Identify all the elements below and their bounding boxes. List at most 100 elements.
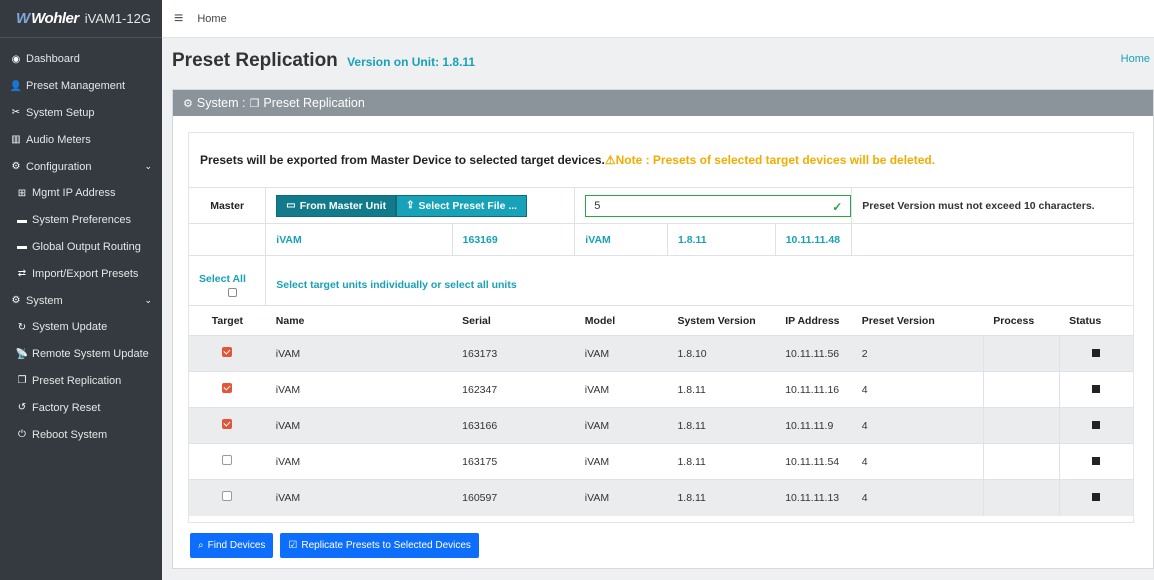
breadcrumb-home[interactable]: Home	[197, 13, 226, 25]
status-indicator-icon	[1092, 384, 1101, 393]
target-cell	[189, 443, 266, 480]
device-model: iVAM	[574, 479, 668, 516]
device-preset-version: 4	[851, 479, 984, 516]
sidebar-item-label: Reboot System	[32, 428, 108, 441]
sidebar-item-reboot-system[interactable]: ⏻ Reboot System	[0, 421, 162, 448]
sidebar-item-import-export-presets[interactable]: ⇄ Import/Export Presets	[0, 260, 162, 287]
target-checkbox[interactable]	[222, 419, 233, 429]
dashboard-icon: ◉	[11, 53, 21, 65]
device-name: iVAM	[265, 407, 453, 444]
sidebar-item-dashboard[interactable]: ◉ Dashboard	[0, 46, 162, 73]
status-cell	[1058, 479, 1133, 516]
meter-chart-icon: ▥	[11, 134, 21, 146]
action-buttons: ⌕ Find Devices ☑ Replicate Presets to Sele…	[190, 533, 479, 558]
col-header-preset-version: Preset Version	[851, 305, 984, 336]
device-system-version: 1.8.11	[667, 407, 776, 444]
home-link[interactable]: Home	[1121, 53, 1150, 65]
select-hint-text: Select target units individually or sele…	[276, 278, 517, 291]
status-cell	[1058, 335, 1133, 372]
select-all-row: Select All Select target units individua…	[189, 255, 1133, 306]
sidebar-item-label: System Setup	[26, 106, 95, 119]
preset-replication-card: ⚙ System : ❐ Preset Replication Presets …	[172, 89, 1154, 569]
page-title-text: Preset Replication	[172, 50, 338, 71]
preset-version-hint-cell: Preset Version must not exceed 10 charac…	[851, 187, 1133, 224]
replication-table: Master ▭ From Master Unit ⇪ Select Preset …	[189, 187, 1133, 516]
search-icon: ⌕	[198, 540, 204, 551]
from-master-unit-button[interactable]: ▭ From Master Unit	[276, 194, 397, 217]
status-indicator-icon	[1092, 456, 1101, 465]
unit-version-label: Version on Unit: 1.8.11	[347, 55, 476, 69]
target-checkbox[interactable]	[222, 491, 233, 502]
check-square-icon: ☑	[288, 540, 298, 551]
sidebar-item-audio-meters[interactable]: ▥ Audio Meters	[0, 126, 162, 153]
device-name: iVAM	[265, 443, 453, 480]
target-checkbox[interactable]	[222, 347, 233, 357]
master-source-cell: ▭ From Master Unit ⇪ Select Preset File ..…	[265, 187, 575, 224]
sidebar-item-factory-reset[interactable]: ↺ Factory Reset	[0, 394, 162, 421]
sidebar-item-label: Configuration	[26, 160, 92, 173]
satellite-dish-icon: 📡	[15, 348, 29, 360]
device-process	[982, 335, 1060, 372]
device-ip: 10.11.11.54	[775, 443, 852, 480]
sidebar-item-global-output-routing[interactable]: ▬ Global Output Routing	[0, 234, 162, 261]
target-cell	[189, 335, 266, 372]
sidebar-item-label: Import/Export Presets	[32, 267, 139, 280]
valid-check-icon: ✓	[832, 199, 843, 214]
col-header-model: Model	[574, 305, 668, 336]
empty-cell	[189, 223, 266, 256]
hamburger-menu-icon[interactable]: ≡	[174, 10, 183, 28]
topbar: ≡ Home	[162, 0, 1154, 38]
select-preset-file-button[interactable]: ⇪ Select Preset File ...	[396, 194, 528, 217]
table-row: iVAM 163166 iVAM 1.8.11 10.11.11.9 4	[189, 407, 1133, 444]
sidebar-item-mgmt-ip-address[interactable]: ⊞ Mgmt IP Address	[0, 180, 162, 207]
replicate-presets-button[interactable]: ☑ Replicate Presets to Selected Devices	[280, 533, 479, 558]
device-name: iVAM	[265, 479, 453, 516]
status-indicator-icon	[1092, 492, 1101, 501]
sidebar-item-label: System Preferences	[32, 214, 132, 227]
target-checkbox[interactable]	[222, 383, 233, 393]
sidebar-item-preset-replication[interactable]: ❐ Preset Replication	[0, 368, 162, 395]
device-model: iVAM	[574, 443, 668, 480]
button-label: Select Preset File ...	[418, 199, 518, 212]
preset-version-input[interactable]: 5 ✓	[585, 194, 852, 217]
select-all-cell[interactable]: Select All	[189, 255, 266, 306]
unit-name: iVAM1-12G	[84, 11, 151, 26]
page-title: Preset Replication Version on Unit: 1.8.…	[172, 50, 475, 72]
target-cell	[189, 371, 266, 408]
sidebar-item-system-setup[interactable]: ✂ System Setup	[0, 100, 162, 127]
sidebar-item-system-preferences[interactable]: ▬ System Preferences	[0, 207, 162, 234]
device-system-version: 1.8.11	[667, 479, 776, 516]
sidebar-item-system-update[interactable]: ↻ System Update	[0, 314, 162, 341]
target-checkbox[interactable]	[222, 455, 233, 465]
master-ip: 10.11.11.48	[774, 223, 852, 256]
device-serial: 163175	[452, 443, 575, 480]
table-row: iVAM 162347 iVAM 1.8.11 10.11.11.16 4	[189, 371, 1133, 408]
select-hint-cell: Select target units individually or sele…	[265, 255, 1133, 306]
col-header-system-version: System Version	[667, 305, 776, 336]
status-cell	[1058, 371, 1133, 408]
sidebar-item-preset-management[interactable]: 👤 Preset Management	[0, 73, 162, 100]
table-row: iVAM 163175 iVAM 1.8.11 10.11.11.54 4	[189, 443, 1133, 480]
gears-icon: ⚙	[183, 97, 193, 110]
sidebar-group-configuration[interactable]: ⚙ Configuration ⌄	[0, 153, 162, 180]
sidebar-item-label: Preset Replication	[32, 374, 122, 387]
status-indicator-icon	[1092, 420, 1101, 429]
select-all-checkbox[interactable]	[227, 287, 237, 297]
tools-icon: ✂	[11, 107, 21, 119]
find-devices-button[interactable]: ⌕ Find Devices	[190, 533, 274, 558]
gear-icon: ⚙	[11, 161, 21, 173]
card-header-title: Preset Replication	[263, 96, 365, 110]
main-content: Preset Replication Version on Unit: 1.8.…	[162, 38, 1154, 580]
device-process	[982, 479, 1060, 516]
device-ip: 10.11.11.56	[775, 335, 852, 372]
sidebar-group-system[interactable]: ⚙ System ⌄	[0, 287, 162, 314]
exchange-icon: ⇄	[17, 268, 27, 280]
gears-icon: ⚙	[11, 295, 21, 307]
device-name: iVAM	[265, 335, 453, 372]
keyboard-icon: ▬	[17, 241, 27, 253]
device-system-version: 1.8.10	[667, 335, 776, 372]
keyboard-icon: ▬	[17, 214, 27, 226]
brand[interactable]: W Wohler iVAM1-12G	[0, 0, 162, 38]
sidebar-item-remote-system-update[interactable]: 📡 Remote System Update	[0, 341, 162, 368]
replication-panel: Presets will be exported from Master Dev…	[188, 132, 1134, 523]
